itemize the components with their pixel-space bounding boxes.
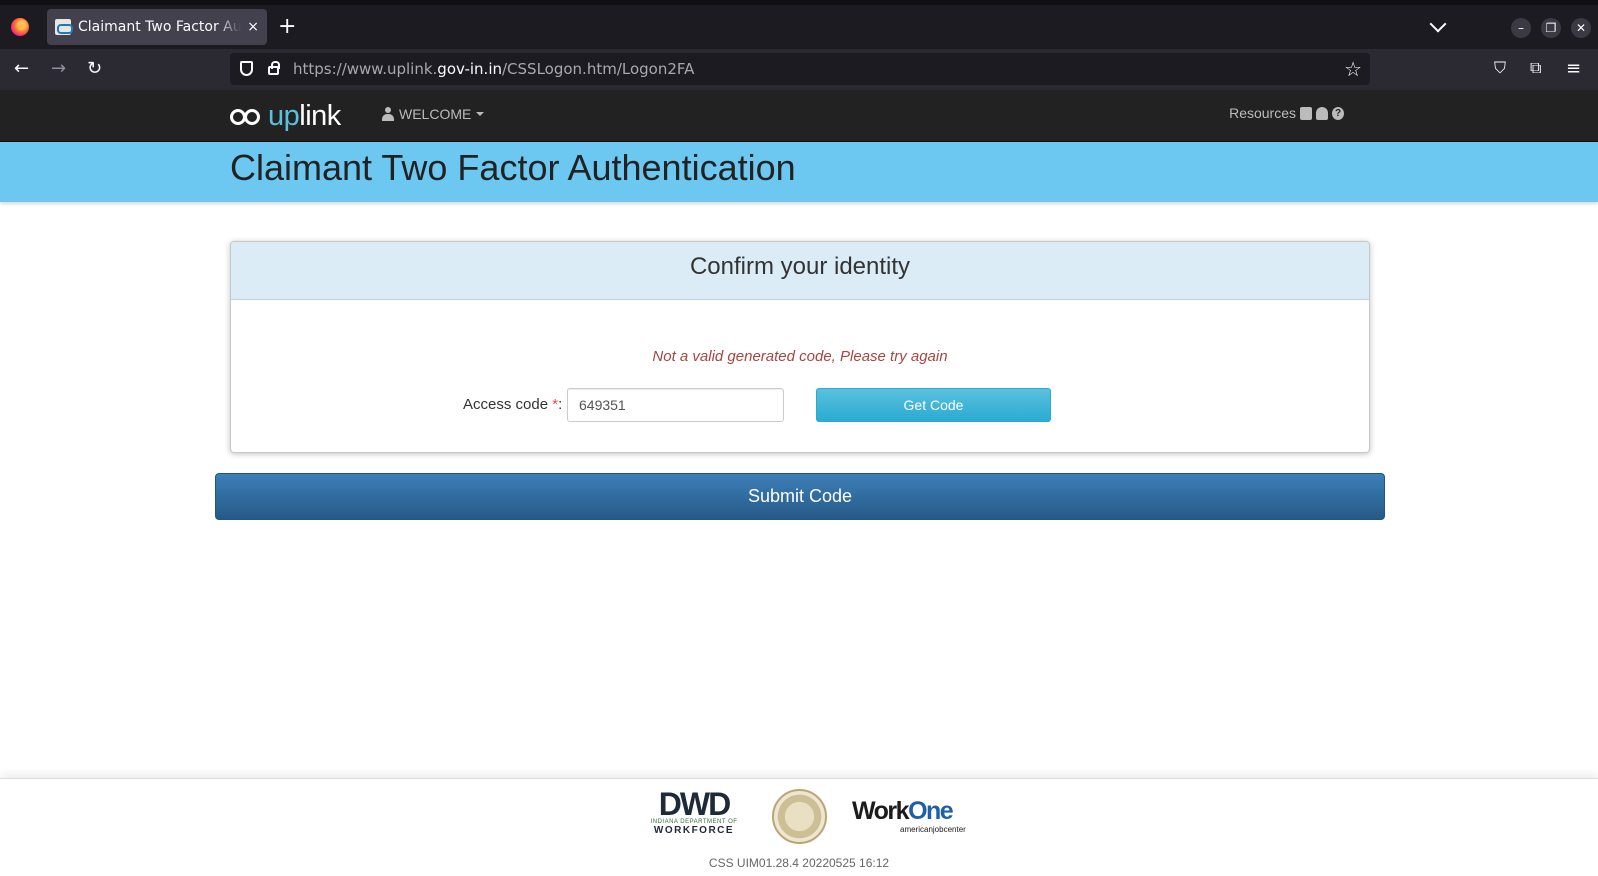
minimize-window-button[interactable]: – — [1511, 18, 1531, 38]
address-bar[interactable]: https://www.uplink.gov-in.in/CSSLogon.ht… — [230, 53, 1370, 85]
workone-logo[interactable]: WorkOne — [852, 797, 954, 826]
resources-label: Resources — [1229, 105, 1296, 121]
pocket-icon[interactable]: ⛉ — [1494, 58, 1506, 78]
indiana-state-seal-icon — [772, 789, 827, 844]
welcome-label: WELCOME — [399, 106, 472, 122]
phone-icon[interactable] — [1316, 106, 1328, 120]
version-text: CSS UIM01.28.4 20220525 16:12 — [708, 856, 890, 870]
error-message: Not a valid generated code, Please try a… — [652, 348, 948, 365]
welcome-dropdown[interactable]: WELCOME — [382, 106, 485, 122]
new-tab-button[interactable]: + — [278, 14, 296, 39]
restore-window-button[interactable]: ❐ — [1541, 18, 1561, 38]
american-job-center-text: americanjobcenter — [900, 825, 966, 834]
tracking-protection-shield-icon[interactable] — [240, 61, 253, 76]
tab-close-icon[interactable]: × — [247, 19, 259, 35]
user-icon — [382, 107, 394, 121]
help-icon[interactable]: ? — [1332, 106, 1344, 120]
confirm-identity-panel: Confirm your identity Not a valid genera… — [230, 241, 1370, 453]
panel-heading: Confirm your identity — [231, 242, 1369, 300]
uplink-logo[interactable]: uplink — [230, 98, 341, 134]
book-icon[interactable] — [1300, 106, 1312, 120]
get-code-button[interactable]: Get Code — [816, 388, 1051, 422]
reload-icon[interactable]: ↻ — [87, 58, 102, 79]
extensions-icon[interactable]: ⧉ — [1530, 58, 1541, 78]
footer: DWD INDIANA DEPARTMENT OF WORKFORCE Work… — [0, 778, 1598, 876]
back-icon[interactable]: ← — [14, 58, 29, 79]
close-window-button[interactable]: ✕ — [1571, 18, 1591, 38]
tab-title: Claimant Two Factor Authentication — [78, 19, 242, 35]
uplink-logo-text: uplink — [268, 99, 341, 132]
url-text[interactable]: https://www.uplink.gov-in.in/CSSLogon.ht… — [293, 60, 694, 78]
browser-navigation-bar: ← → ↻ https://www.uplink.gov-in.in/CSSLo… — [0, 49, 1598, 90]
lock-icon[interactable] — [268, 61, 280, 75]
forward-icon[interactable]: → — [51, 58, 66, 79]
page-title: Claimant Two Factor Authentication — [230, 147, 796, 188]
uplink-logo-mark-icon — [230, 106, 266, 126]
submit-code-button[interactable]: Submit Code — [215, 473, 1385, 520]
dwd-logo[interactable]: DWD INDIANA DEPARTMENT OF WORKFORCE — [638, 788, 750, 837]
panel-title: Confirm your identity — [689, 253, 911, 280]
uplink-favicon-icon — [55, 19, 73, 35]
firefox-icon[interactable] — [11, 18, 29, 36]
browser-tab-strip: Claimant Two Factor Authentication × + –… — [0, 0, 1598, 49]
bookmark-star-icon[interactable]: ☆ — [1344, 57, 1362, 82]
page-title-band: Claimant Two Factor Authentication — [0, 142, 1598, 202]
site-header: uplink WELCOME Resources ? — [0, 90, 1598, 142]
browser-tab[interactable]: Claimant Two Factor Authentication × — [47, 9, 267, 45]
caret-down-icon — [476, 112, 485, 116]
menu-icon[interactable]: ≡ — [1566, 58, 1581, 79]
list-all-tabs-icon[interactable] — [1429, 15, 1447, 33]
resources-menu[interactable]: Resources ? — [1229, 105, 1344, 121]
access-code-label: Access code *: — [463, 396, 563, 413]
access-code-row: Access code *: Get Code — [231, 388, 1369, 422]
access-code-input[interactable] — [567, 388, 784, 422]
